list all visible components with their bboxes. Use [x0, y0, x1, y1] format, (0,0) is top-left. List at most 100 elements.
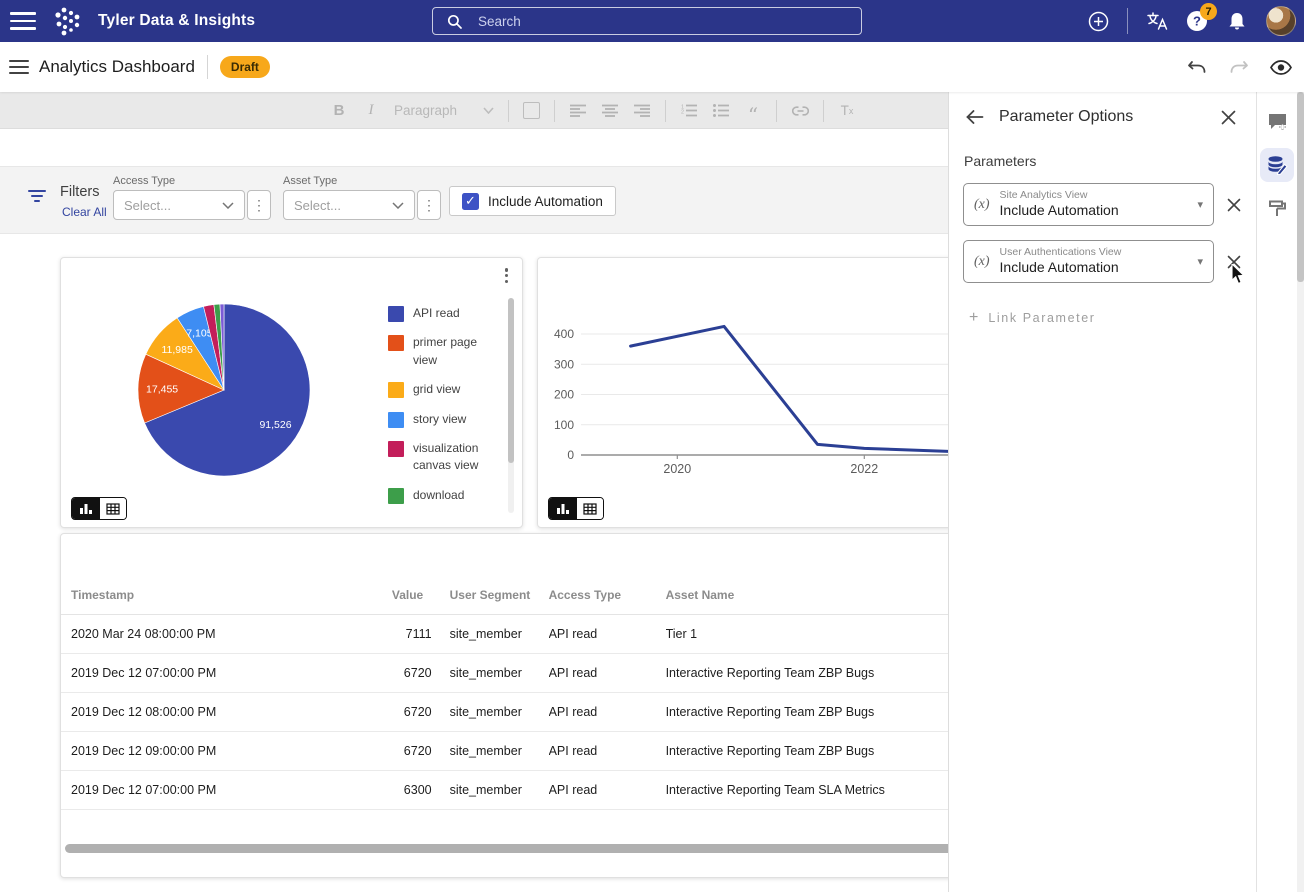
- legend-item[interactable]: visualization canvas view: [388, 440, 488, 475]
- legend-swatch: [388, 382, 404, 399]
- dashboard-menu-icon[interactable]: [9, 60, 29, 74]
- pie-slice-label: 7,105: [186, 328, 212, 340]
- table-row[interactable]: 2020 Mar 24 08:00:00 PM 7111 site_member AP…: [61, 614, 948, 654]
- legend-item[interactable]: story view: [388, 411, 488, 428]
- table-row[interactable]: 2019 Dec 12 07:00:00 PM 6300 site_member AP…: [61, 770, 948, 810]
- undo-button[interactable]: [1186, 56, 1208, 78]
- y-axis-tick-label: 300: [554, 357, 574, 371]
- table-cell: site_member: [431, 770, 549, 810]
- filter-icon: [28, 190, 46, 203]
- table-column-header[interactable]: Asset Name: [665, 578, 948, 615]
- insert-box-icon[interactable]: [523, 102, 541, 119]
- legend-swatch: [388, 487, 404, 504]
- page-scrollbar[interactable]: [1297, 92, 1304, 892]
- legend-item[interactable]: download: [388, 487, 488, 504]
- access-type-kebab-button[interactable]: ⋮: [247, 190, 271, 220]
- help-icon[interactable]: ? 7: [1186, 3, 1217, 32]
- data-panel-button[interactable]: [1260, 148, 1294, 182]
- screen: Tyler Data & Insights Search ? 7 Analyti…: [0, 0, 1304, 892]
- translate-icon[interactable]: [1146, 10, 1168, 32]
- bulleted-list-button[interactable]: [712, 100, 730, 122]
- table-column-header[interactable]: Value: [321, 578, 432, 615]
- card-kebab-menu[interactable]: [504, 266, 508, 285]
- table-column-header[interactable]: Timestamp: [61, 578, 322, 615]
- legend-swatch: [388, 306, 404, 322]
- align-left-button[interactable]: [569, 100, 587, 122]
- filter-bar: Filters Clear All Access Type Select... …: [0, 166, 948, 234]
- table-column-header[interactable]: User Segment: [431, 578, 549, 615]
- back-arrow-button[interactable]: [963, 105, 987, 129]
- parameter-select-user-authentications[interactable]: (x) User Authentications View Include Au…: [963, 240, 1214, 283]
- redo-button[interactable]: [1228, 56, 1250, 78]
- remove-parameter-button[interactable]: [1222, 193, 1246, 217]
- main-area: B I Paragraph 1 2 “ T x Filters Clear Al…: [0, 92, 948, 892]
- legend-scrollbar[interactable]: [508, 298, 514, 513]
- search-input[interactable]: [478, 13, 818, 29]
- chart-view-button[interactable]: [549, 498, 576, 519]
- user-avatar[interactable]: [1266, 6, 1296, 36]
- checkbox-checked-icon: ✓: [462, 192, 479, 210]
- y-axis-tick-label: 200: [554, 388, 574, 402]
- preview-eye-icon[interactable]: [1270, 56, 1292, 78]
- close-panel-button[interactable]: [1216, 105, 1240, 129]
- x-axis-tick-label: 2022: [850, 462, 878, 476]
- style-paint-roller-button[interactable]: [1260, 192, 1294, 226]
- add-content-icon[interactable]: [1087, 10, 1109, 32]
- table-row[interactable]: 2019 Dec 12 09:00:00 PM 6720 site_member AP…: [61, 731, 948, 771]
- asset-type-filter: Asset Type Select... ⋮: [283, 175, 441, 220]
- line-series[interactable]: [629, 324, 948, 453]
- legend-item[interactable]: grid view: [388, 381, 488, 399]
- table-cell: site_member: [431, 692, 549, 732]
- chart-table-toggle: [71, 497, 127, 520]
- blockquote-button[interactable]: “: [744, 100, 762, 125]
- add-widget-button[interactable]: [1260, 104, 1294, 138]
- help-badge: 7: [1200, 3, 1217, 20]
- italic-button[interactable]: I: [362, 100, 380, 122]
- clear-formatting-button[interactable]: Tx: [838, 100, 856, 122]
- table-view-button[interactable]: [99, 498, 126, 519]
- link-parameter-button[interactable]: + Link Parameter: [969, 309, 1256, 327]
- include-automation-checkbox[interactable]: ✓ Include Automation: [449, 186, 616, 216]
- asset-type-select[interactable]: Select...: [283, 190, 415, 220]
- legend-item[interactable]: primer page view: [388, 334, 488, 369]
- pie-slice-label: 17,455: [146, 383, 178, 395]
- clear-all-link[interactable]: Clear All: [62, 205, 107, 219]
- parameter-select-site-analytics[interactable]: (x) Site Analytics View Include Automati…: [963, 183, 1214, 226]
- data-table-card: Timestamp Value User Segment Access Type Ass…: [60, 533, 948, 878]
- table-cell: site_member: [431, 614, 549, 654]
- remove-parameter-button[interactable]: [1222, 250, 1246, 274]
- notifications-bell-icon[interactable]: [1226, 10, 1248, 32]
- nav-menu-icon[interactable]: [10, 12, 36, 30]
- table-horizontal-scrollbar[interactable]: [65, 844, 948, 853]
- table-cell: 6720: [321, 731, 432, 771]
- table-row[interactable]: 2019 Dec 12 08:00:00 PM 6720 site_member AP…: [61, 692, 948, 732]
- access-type-filter: Access Type Select... ⋮: [113, 175, 271, 220]
- table-cell: site_member: [431, 653, 549, 693]
- y-axis-tick-label: 0: [567, 448, 574, 462]
- dashboard-title: Analytics Dashboard: [39, 57, 195, 76]
- align-center-button[interactable]: [601, 100, 619, 122]
- parameter-value: Include Automation: [999, 202, 1119, 219]
- legend-item[interactable]: API read: [388, 305, 488, 322]
- dropdown-caret-icon: ▾: [1197, 256, 1203, 268]
- tyler-logo-icon[interactable]: [50, 4, 86, 38]
- table-column-header[interactable]: Access Type: [548, 578, 666, 615]
- link-button[interactable]: [791, 100, 809, 122]
- chart-view-button[interactable]: [72, 498, 99, 519]
- numbered-list-button[interactable]: 12: [680, 100, 698, 122]
- parameter-name: Site Analytics View: [999, 189, 1088, 202]
- asset-type-kebab-button[interactable]: ⋮: [417, 190, 441, 220]
- search-box[interactable]: [432, 7, 862, 35]
- table-cell: 2019 Dec 12 07:00:00 PM: [61, 653, 322, 693]
- access-type-select[interactable]: Select...: [113, 190, 245, 220]
- bold-button[interactable]: B: [330, 100, 348, 122]
- legend-label: API read: [413, 306, 460, 320]
- chevron-down-icon: [392, 201, 404, 209]
- table-view-button[interactable]: [576, 498, 603, 519]
- table-row[interactable]: 2019 Dec 12 07:00:00 PM 6720 site_member AP…: [61, 653, 948, 693]
- table-header-row: Timestamp Value User Segment Access Type Ass…: [61, 578, 948, 615]
- legend-label: grid view: [413, 382, 461, 397]
- paragraph-style-dropdown[interactable]: Paragraph: [394, 103, 494, 118]
- align-right-button[interactable]: [633, 100, 651, 122]
- table-cell: API read: [548, 614, 666, 654]
